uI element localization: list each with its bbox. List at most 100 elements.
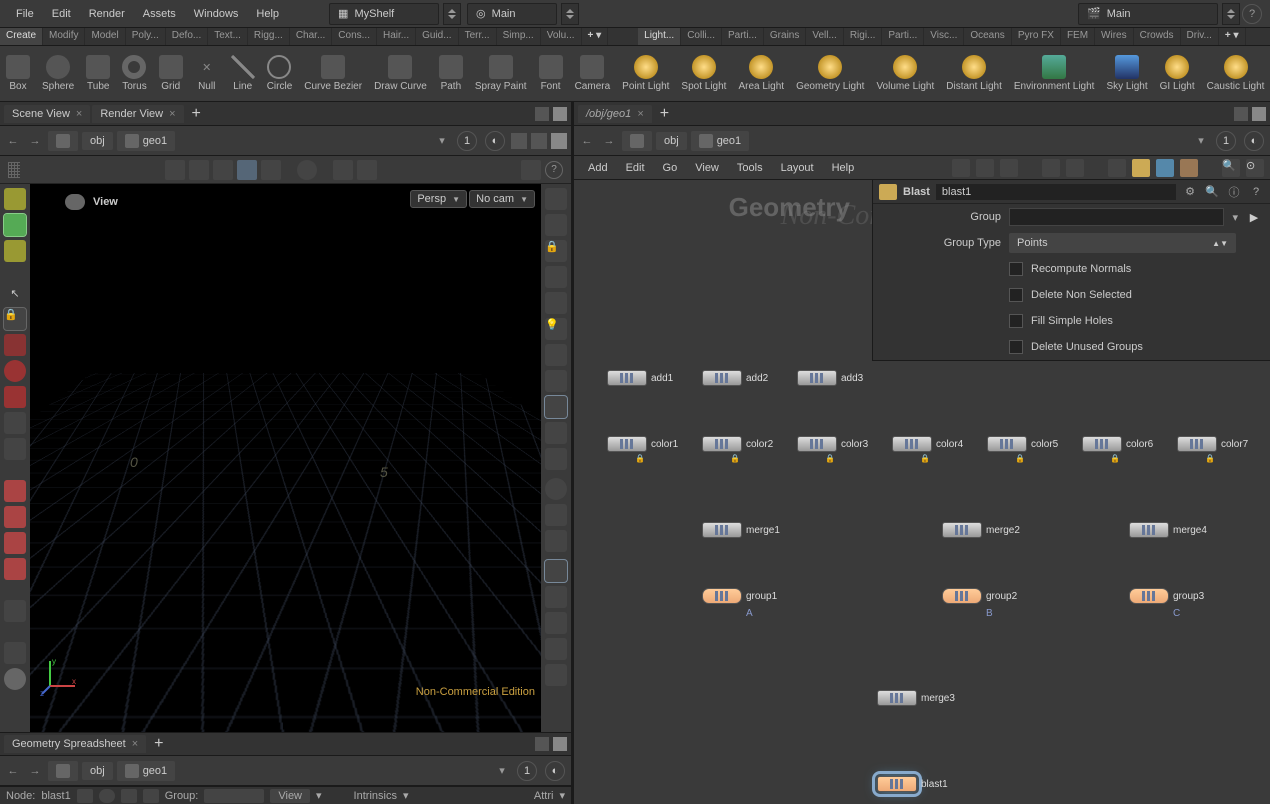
- rs-btn-icon[interactable]: [545, 504, 567, 526]
- nm-icon[interactable]: [976, 159, 994, 177]
- nm-search-icon[interactable]: 🔍: [1222, 159, 1240, 177]
- recompute-normals-check[interactable]: [1009, 262, 1023, 276]
- bb-btn-icon[interactable]: [143, 789, 159, 803]
- fill-holes-check[interactable]: [1009, 314, 1023, 328]
- vt-btn-icon[interactable]: [357, 160, 377, 180]
- delete-unused-check[interactable]: [1009, 340, 1023, 354]
- node-merge3[interactable]: merge3: [877, 690, 955, 706]
- node-name-field[interactable]: blast1: [936, 184, 1176, 200]
- view-select[interactable]: View: [270, 789, 310, 803]
- network-view[interactable]: Non-Commercial Edition Geometry add1 add…: [574, 180, 1270, 804]
- menu-assets[interactable]: Assets: [135, 4, 184, 24]
- rs-btn-icon[interactable]: [545, 370, 567, 392]
- node-group3[interactable]: group3C: [1129, 588, 1204, 604]
- shelf-tab[interactable]: Driv...: [1181, 28, 1219, 45]
- bb-btn-icon[interactable]: [99, 789, 115, 803]
- rs-btn-icon[interactable]: [545, 448, 567, 470]
- search-icon[interactable]: 🔍: [1204, 184, 1220, 200]
- vt-btn-icon[interactable]: [333, 160, 353, 180]
- node-color7[interactable]: color7🔒: [1177, 436, 1248, 452]
- desktop-arrows[interactable]: [1222, 3, 1240, 25]
- help-icon[interactable]: ?: [545, 161, 563, 179]
- node-merge1[interactable]: merge1: [702, 522, 780, 538]
- tool-font[interactable]: Font: [533, 46, 569, 101]
- tool-tube[interactable]: Tube: [80, 46, 116, 101]
- shelf-tab[interactable]: Visc...: [924, 28, 964, 45]
- node-merge2[interactable]: merge2: [942, 522, 1020, 538]
- nav-fwd[interactable]: →: [26, 132, 44, 150]
- tool-circle[interactable]: Circle: [261, 46, 299, 101]
- tool-caustic-light[interactable]: Caustic Light: [1201, 46, 1270, 101]
- menu-render[interactable]: Render: [81, 4, 133, 24]
- pane-max-icon[interactable]: [1252, 107, 1266, 121]
- nm-wrench-icon[interactable]: [952, 159, 970, 177]
- dropdown-icon[interactable]: ▾: [559, 789, 565, 802]
- tool-env-light[interactable]: Environment Light: [1008, 46, 1101, 101]
- nmenu-help[interactable]: Help: [824, 158, 863, 178]
- tool-btn-icon[interactable]: [4, 506, 26, 528]
- crumb-obj[interactable]: obj: [656, 132, 687, 150]
- node-group1[interactable]: group1A: [702, 588, 777, 604]
- rs-btn-icon[interactable]: [545, 478, 567, 500]
- tool-btn-icon[interactable]: [4, 600, 26, 622]
- shelf-tab[interactable]: Defo...: [166, 28, 208, 45]
- rs-btn-icon[interactable]: [545, 344, 567, 366]
- rs-btn-icon[interactable]: [545, 612, 567, 634]
- crumb-obj[interactable]: obj: [82, 132, 113, 150]
- dropdown-icon[interactable]: ▾: [493, 762, 511, 780]
- link-icon[interactable]: ◐: [1244, 131, 1264, 151]
- shelf-tab[interactable]: Guid...: [416, 28, 458, 45]
- shelf-tab[interactable]: Rigg...: [248, 28, 290, 45]
- node-color5[interactable]: color5🔒: [987, 436, 1058, 452]
- menu-help[interactable]: Help: [248, 4, 287, 24]
- group-input[interactable]: [1009, 208, 1224, 226]
- nmenu-edit[interactable]: Edit: [618, 158, 653, 178]
- shelf-tab[interactable]: Pyro FX: [1012, 28, 1061, 45]
- nm-note-icon[interactable]: [1132, 159, 1150, 177]
- nmenu-view[interactable]: View: [687, 158, 727, 178]
- node-color1[interactable]: color1🔒: [607, 436, 678, 452]
- shelf-tab-create[interactable]: Create: [0, 28, 43, 45]
- node-color2[interactable]: color2🔒: [702, 436, 773, 452]
- tab-render-view[interactable]: Render View×: [92, 105, 183, 123]
- tool-vol-light[interactable]: Volume Light: [870, 46, 940, 101]
- shelf-tab[interactable]: Parti...: [722, 28, 764, 45]
- menu-windows[interactable]: Windows: [186, 4, 247, 24]
- nav-fwd[interactable]: →: [26, 762, 44, 780]
- tool-draw-curve[interactable]: Draw Curve: [368, 46, 433, 101]
- link-icon[interactable]: ◐: [485, 131, 505, 151]
- add-tab[interactable]: +: [148, 735, 169, 753]
- rs-btn-icon[interactable]: [545, 292, 567, 314]
- close-icon[interactable]: ×: [637, 108, 643, 120]
- shelf-tab[interactable]: Volu...: [541, 28, 582, 45]
- shelf-tab-lights[interactable]: Light...: [638, 28, 681, 45]
- rs-btn-icon[interactable]: [545, 396, 567, 418]
- dropdown-icon[interactable]: ▾: [403, 789, 409, 802]
- shelf-tab[interactable]: Rigi...: [844, 28, 883, 45]
- rs-btn-icon[interactable]: [545, 422, 567, 444]
- tool-btn-icon[interactable]: [4, 558, 26, 580]
- rs-btn-icon[interactable]: [545, 664, 567, 686]
- shelf-arrows-1[interactable]: [443, 3, 461, 25]
- shelf-tab-add[interactable]: + ▾: [582, 28, 609, 45]
- crumb-geo1[interactable]: geo1: [117, 131, 175, 151]
- nm-zoom-icon[interactable]: ⊙: [1246, 159, 1264, 177]
- shelf-tab[interactable]: Modify: [43, 28, 85, 45]
- rs-btn-icon[interactable]: [545, 188, 567, 210]
- close-icon[interactable]: ×: [76, 108, 82, 120]
- tool-spray[interactable]: Spray Paint: [469, 46, 533, 101]
- shelf-tab[interactable]: Vell...: [806, 28, 843, 45]
- tool-btn-icon[interactable]: [4, 668, 26, 690]
- shelf-tab[interactable]: Crowds: [1134, 28, 1181, 45]
- shelf-tab[interactable]: Char...: [290, 28, 332, 45]
- tool-camera[interactable]: Camera: [569, 46, 617, 101]
- crumb-tree[interactable]: [622, 131, 652, 151]
- tool-path[interactable]: Path: [433, 46, 469, 101]
- pb-icon[interactable]: [531, 133, 547, 149]
- pb-icon[interactable]: [551, 133, 567, 149]
- pane-max-icon[interactable]: [553, 107, 567, 121]
- dropdown-icon[interactable]: ▾: [433, 132, 451, 150]
- dropdown-icon[interactable]: ▾: [316, 789, 322, 802]
- node-color3[interactable]: color3🔒: [797, 436, 868, 452]
- pin-icon[interactable]: 1: [457, 131, 477, 151]
